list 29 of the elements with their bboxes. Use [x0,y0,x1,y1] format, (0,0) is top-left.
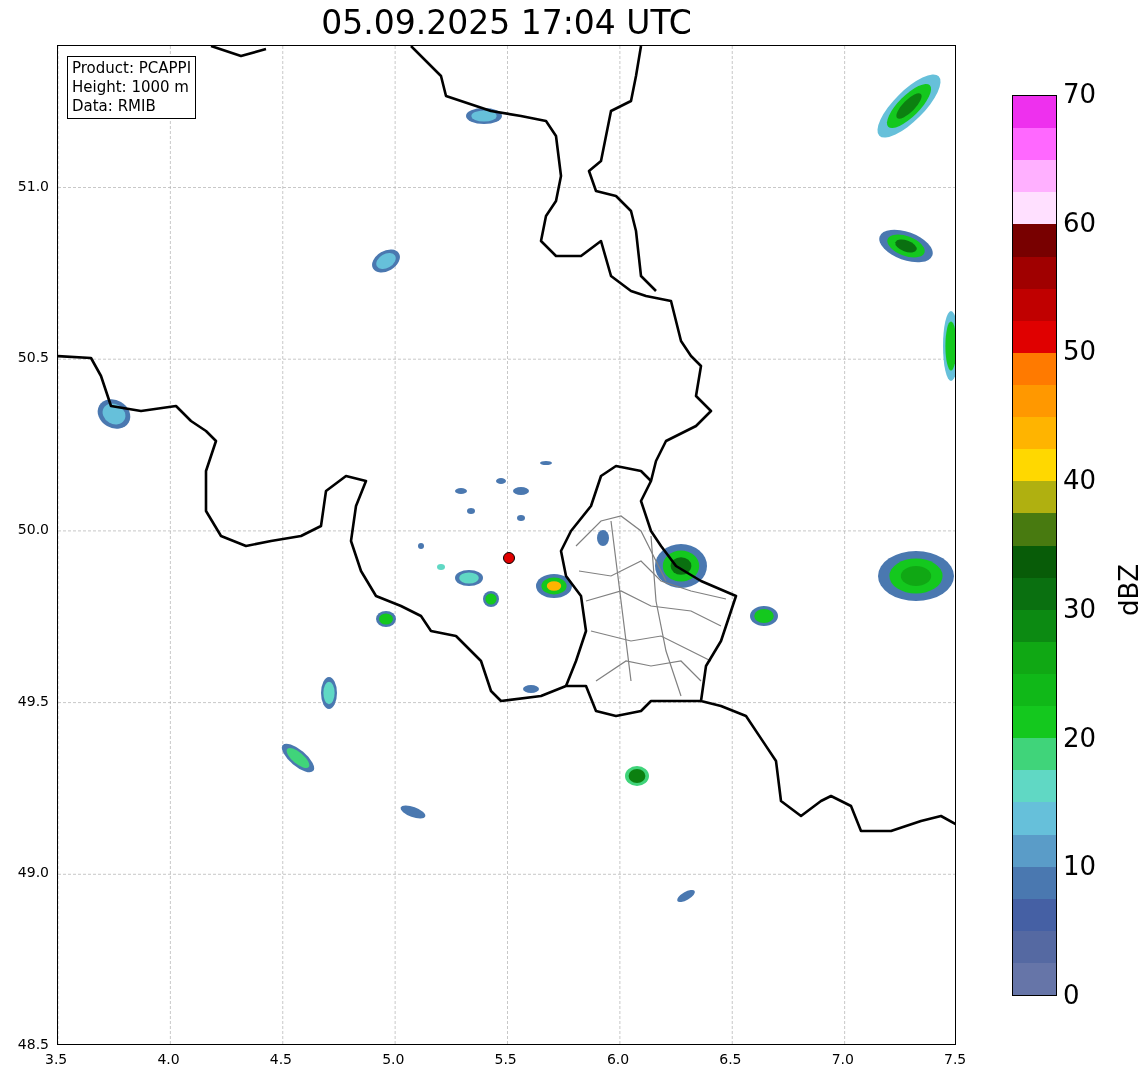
x-tick-label: 4.5 [269,1051,292,1067]
colorbar-tick-label: 50 [1063,336,1097,367]
x-tick-label: 4.0 [157,1051,180,1067]
colorbar-tick-label: 20 [1063,722,1097,753]
x-tick-label: 3.5 [45,1051,68,1067]
info-text: Height: 1000 m [72,78,190,97]
x-tick-label: 6.5 [719,1051,742,1067]
x-tick-label: 7.5 [944,1051,967,1067]
colorbar-tick-label: 0 [1063,980,1080,1010]
colorbar-tick-label: 30 [1063,593,1097,624]
colorbar-tick-label: 40 [1063,465,1097,496]
y-tick-label: 51.0 [17,177,49,194]
x-tick-label: 5.0 [382,1051,405,1067]
info-text: Product: PCAPPI [72,59,192,78]
y-tick-label: 49.0 [17,864,49,881]
colorbar-tick-label: 10 [1063,851,1097,882]
colorbar-tick-label: 70 [1063,79,1097,109]
info-text: Data: RMIB [72,97,157,116]
x-tick-label: 5.5 [494,1051,517,1067]
y-tick-label: 49.5 [17,692,49,709]
x-tick-label: 6.0 [606,1051,630,1067]
y-tick-label: 50.0 [17,520,49,537]
x-tick-label: 7.0 [831,1051,854,1067]
colorbar-tick-label: 60 [1063,207,1097,238]
colorbar-title: dBZ [1114,563,1145,617]
radar-site-marker [503,552,515,564]
y-tick-label: 48.5 [17,1036,49,1052]
chart-title: 05.09.2025 17:04 UTC [321,3,692,42]
y-tick-label: 50.5 [17,349,49,366]
